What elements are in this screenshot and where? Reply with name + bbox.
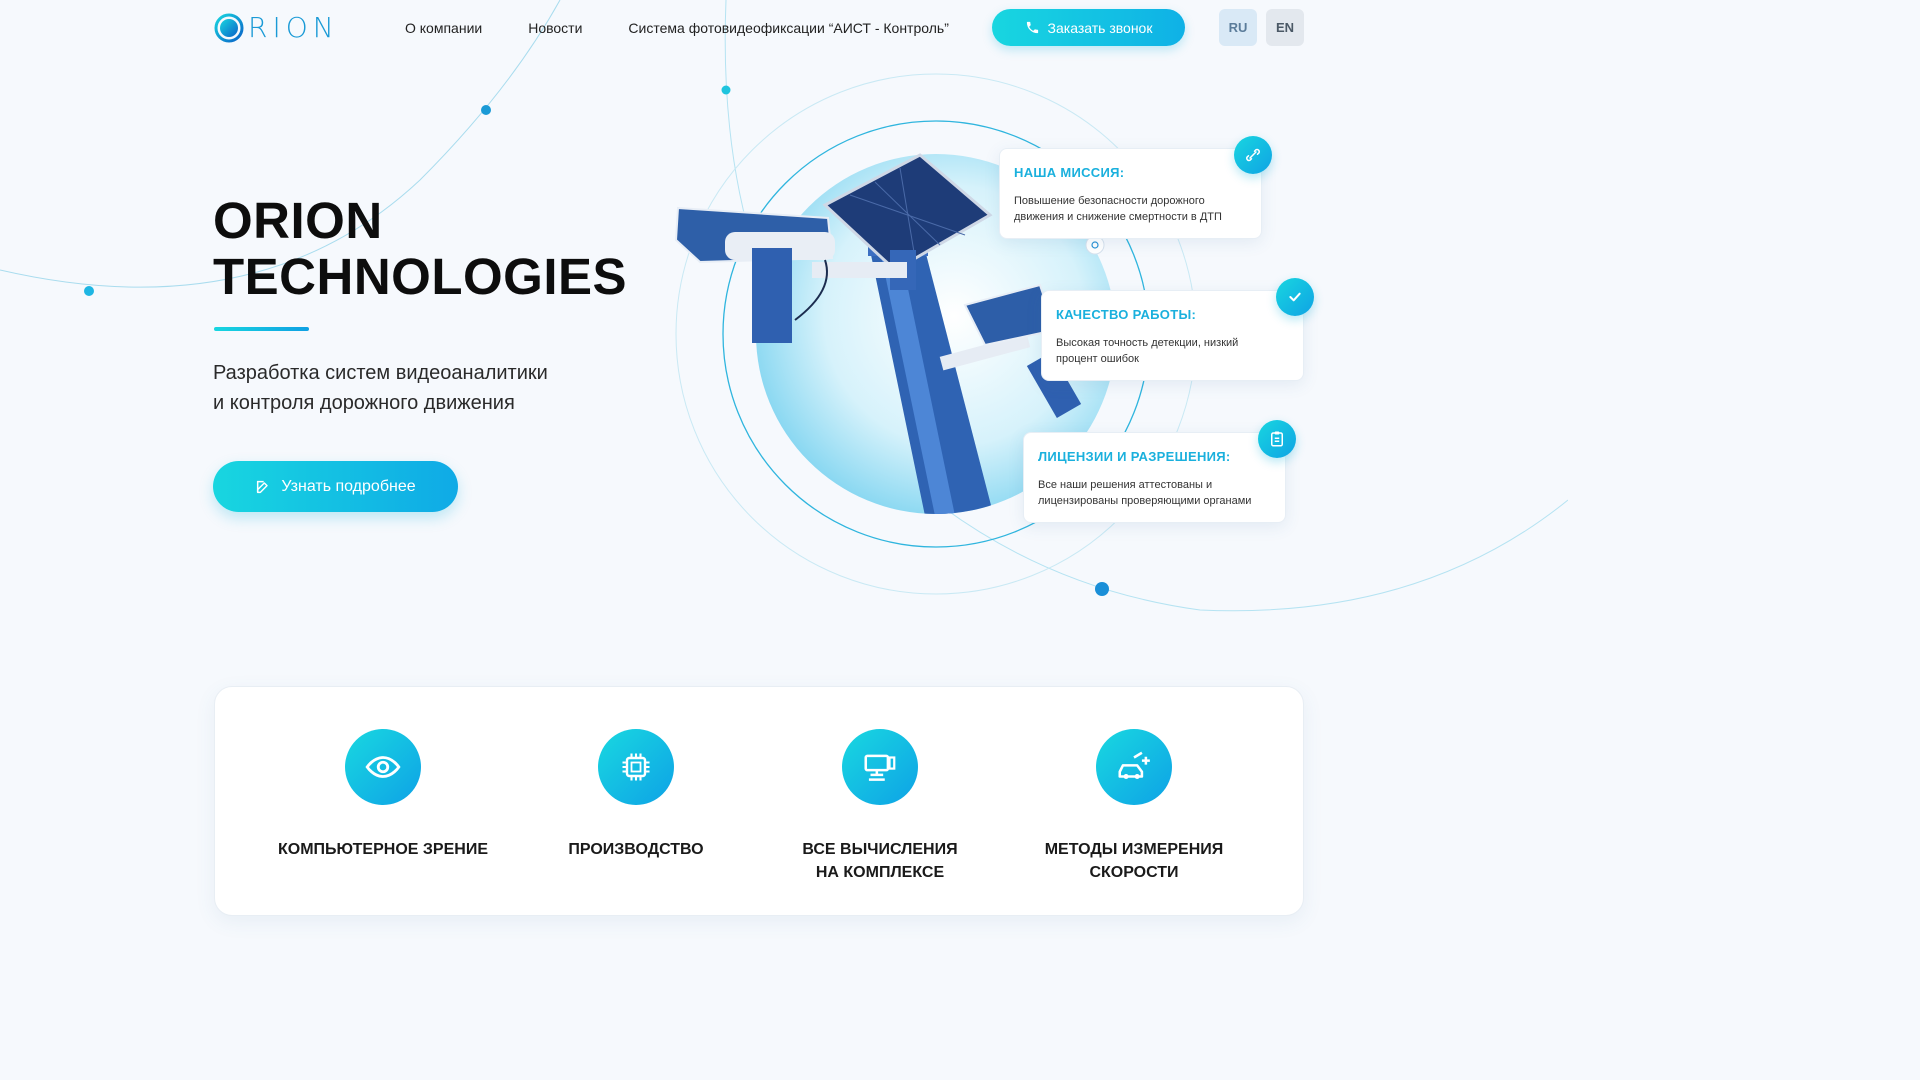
mission-card: НАША МИССИЯ: Повышение безопасности доро… [999,148,1262,239]
hero-title-line1: ORION [213,192,383,249]
quality-card-text-line1: Высокая точность детекции, низкий [1056,337,1239,349]
car-speed-icon [1096,729,1172,805]
learn-more-button[interactable]: Узнать подробнее [213,461,458,512]
hero-subtitle-line2: и контроля дорожного движения [213,392,515,414]
check-icon [1276,278,1314,316]
mission-card-title: НАША МИССИЯ: [1014,165,1125,180]
hero-subtitle-line1: Разработка систем видеоаналитики [213,362,548,384]
mission-card-text-line2: движения и снижение смертности в ДТП [1014,211,1222,223]
quality-card-text: Высокая точность детекции, низкий процен… [1056,335,1289,367]
feature-label-line: МЕТОДЫ ИЗМЕРЕНИЯ [1044,841,1224,858]
feature-production-label: ПРОИЗВОДСТВО [506,838,766,861]
quality-card-text-line2: процент ошибок [1056,353,1139,365]
quality-card-title: КАЧЕСТВО РАБОТЫ: [1056,307,1197,322]
feature-label-line: ПРОИЗВОДСТВО [568,841,704,858]
lang-ru-button[interactable]: RU [1219,9,1257,46]
quality-card: КАЧЕСТВО РАБОТЫ: Высокая точность детекц… [1041,290,1304,381]
edit-icon [257,480,269,493]
order-call-button[interactable]: Заказать звонок [992,9,1185,46]
mission-card-text: Повышение безопасности дорожного движени… [1014,193,1247,225]
feature-label-line: СКОРОСТИ [1089,864,1179,881]
hero-subtitle: Разработка систем видеоаналитики и контр… [213,358,548,418]
feature-production: ПРОИЗВОДСТВО [506,729,766,861]
licenses-card-text-line1: Все наши решения аттестованы и [1038,479,1213,491]
logo[interactable]: RION [214,13,339,43]
lang-en-button[interactable]: EN [1266,9,1304,46]
clipboard-icon [1258,420,1296,458]
features-panel: КОМПЬЮТЕРНОЕ ЗРЕНИЕ ПРОИЗВОДСТВО ВСЕ ВЫЧ… [214,686,1304,916]
hero-underline [214,327,309,331]
licenses-card-title: ЛИЦЕНЗИИ И РАЗРЕШЕНИЯ: [1038,449,1231,464]
learn-more-label: Узнать подробнее [281,477,416,495]
feature-label-line: НА КОМПЛЕКСЕ [815,864,945,881]
nav-aist-system[interactable]: Система фотовидеофиксации “АИСТ - Контро… [628,19,948,37]
nav-about[interactable]: О компании [405,19,482,37]
feature-computing-label: ВСЕ ВЫЧИСЛЕНИЯ НА КОМПЛЕКСЕ [750,838,1010,884]
hero-title: ORION TECHNOLOGIES [213,193,627,305]
feature-label-line: КОМПЬЮТЕРНОЕ ЗРЕНИЕ [278,841,488,858]
computer-icon [842,729,918,805]
nav-news[interactable]: Новости [528,19,582,37]
link-icon [1234,136,1272,174]
feature-computer-vision: КОМПЬЮТЕРНОЕ ЗРЕНИЕ [253,729,513,861]
phone-icon [1026,21,1038,34]
eye-icon [345,729,421,805]
licenses-card-text-line2: лицензированы проверяющими органами [1038,495,1252,507]
main-nav: О компании Новости Система фотовидеофикс… [405,19,949,37]
licenses-card-text: Все наши решения аттестованы и лицензиро… [1038,477,1271,509]
orion-logo-icon [214,13,244,43]
logo-text: RION [248,11,339,44]
feature-computing: ВСЕ ВЫЧИСЛЕНИЯ НА КОМПЛЕКСЕ [750,729,1010,884]
feature-computer-vision-label: КОМПЬЮТЕРНОЕ ЗРЕНИЕ [253,838,513,861]
feature-speed-measurement: МЕТОДЫ ИЗМЕРЕНИЯ СКОРОСТИ [1004,729,1264,884]
order-call-label: Заказать звонок [1047,19,1153,36]
feature-speed-measurement-label: МЕТОДЫ ИЗМЕРЕНИЯ СКОРОСТИ [1004,838,1264,884]
feature-label-line: ВСЕ ВЫЧИСЛЕНИЯ [802,841,958,858]
chip-icon [598,729,674,805]
mission-card-text-line1: Повышение безопасности дорожного [1014,195,1205,207]
licenses-card: ЛИЦЕНЗИИ И РАЗРЕШЕНИЯ: Все наши решения … [1023,432,1286,523]
hero-title-line2: TECHNOLOGIES [213,248,628,305]
